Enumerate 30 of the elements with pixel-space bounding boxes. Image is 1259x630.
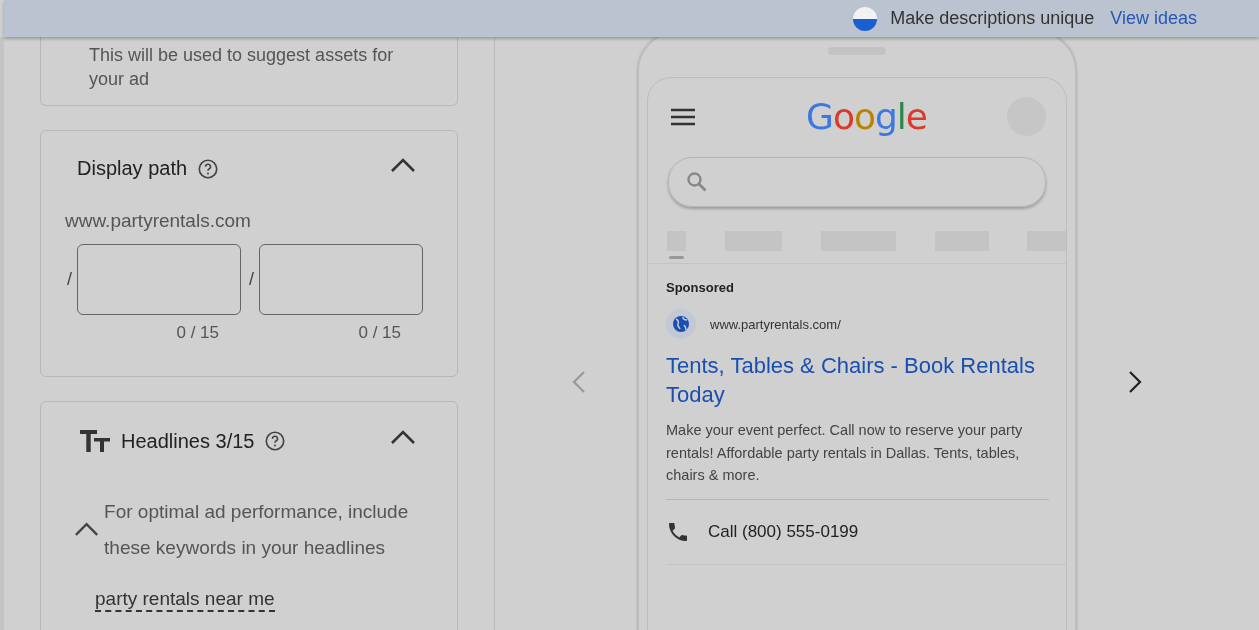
- call-extension[interactable]: Call (800) 555-0199: [708, 521, 859, 542]
- path-field[interactable]: [77, 244, 241, 315]
- logo: Google: [806, 96, 927, 137]
- ad-url: www.partyrentals.com/: [710, 316, 841, 332]
- card-title: Headlines 3/15: [121, 429, 255, 453]
- card-note: This will be used to suggest assets for your ad: [89, 44, 395, 91]
- globe-icon: [666, 309, 696, 339]
- sponsored-label: Sponsored: [666, 280, 735, 295]
- path-field[interactable]: [259, 244, 424, 315]
- help-icon[interactable]: [264, 430, 287, 452]
- text-icon: [79, 428, 111, 454]
- menu-icon[interactable]: [670, 106, 696, 127]
- help-icon[interactable]: [197, 157, 220, 180]
- ad-description: Make your event perfect. Call now to reserve your party rentals! Affordable party rentals in Dallas. Tents, tables, chairs & more.: [666, 419, 1049, 500]
- character-counter: 0 / 15: [176, 323, 219, 343]
- character-counter: 0 / 15: [358, 323, 402, 343]
- search-icon: [685, 170, 709, 194]
- collapse-icon[interactable]: [73, 520, 101, 538]
- path-separator: /: [67, 269, 72, 290]
- card-title: Display path: [77, 157, 188, 180]
- collapse-icon[interactable]: [389, 428, 417, 446]
- search-field[interactable]: [668, 157, 1046, 207]
- keyword-suggestion[interactable]: party rentals near me: [95, 588, 275, 612]
- tip-text: Make descriptions unique: [890, 8, 1095, 29]
- view-ideas-link[interactable]: View ideas: [1110, 8, 1197, 29]
- half-circle-icon: [852, 5, 879, 32]
- ad-headline-link[interactable]: Tents, Tables & Chairs - Book Rentals Today: [666, 351, 1049, 409]
- domain-text: www.partyrentals.com: [65, 210, 252, 232]
- keywords-hint: For optimal ad performance, include these keywords in your headlines: [104, 500, 410, 560]
- path-separator: /: [249, 269, 255, 290]
